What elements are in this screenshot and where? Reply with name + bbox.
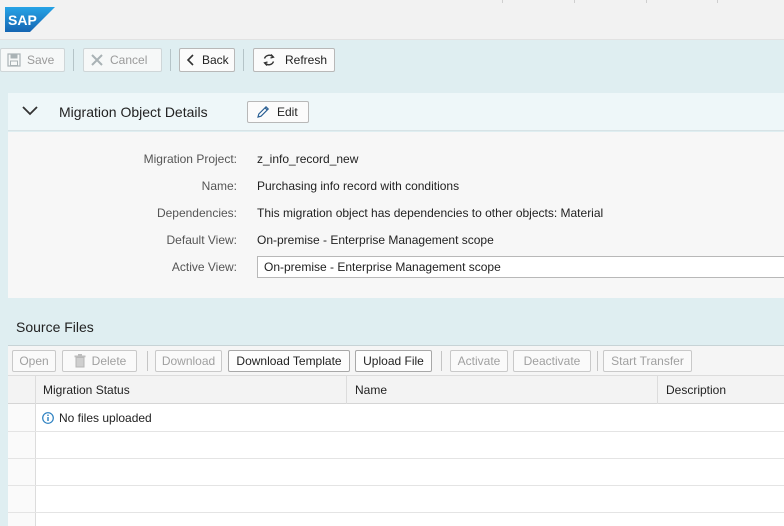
save-button[interactable]: Save <box>0 48 65 72</box>
default-view-label: Default View: <box>166 233 237 247</box>
download-button[interactable]: Download <box>155 350 222 372</box>
refresh-icon <box>262 53 276 67</box>
activate-button[interactable]: Activate <box>450 350 508 372</box>
deactivate-label: Deactivate <box>523 354 581 368</box>
shell-divider <box>646 0 647 3</box>
toolbar-separator <box>73 49 74 71</box>
upload-file-button[interactable]: Upload File <box>355 350 432 372</box>
dependencies-value: This migration object has dependencies t… <box>257 206 604 220</box>
delete-label: Delete <box>91 354 127 368</box>
refresh-label: Refresh <box>285 53 328 67</box>
refresh-button[interactable]: Refresh <box>253 48 335 72</box>
source-files-title: Source Files <box>16 319 94 335</box>
toolbar-separator <box>243 49 244 71</box>
deactivate-button[interactable]: Deactivate <box>513 350 591 372</box>
start-transfer-label: Start Transfer <box>611 354 684 368</box>
column-header-description[interactable]: Description <box>666 383 726 397</box>
shell-divider <box>574 0 575 3</box>
empty-table-message: No files uploaded <box>41 411 152 425</box>
download-template-label: Download Template <box>236 354 342 368</box>
table-row-divider <box>8 458 784 459</box>
info-icon <box>41 411 55 425</box>
migration-project-label: Migration Project: <box>143 152 237 166</box>
shell-divider <box>717 0 718 3</box>
source-files-toolbar: Open Delete Download Download Template U… <box>8 346 784 376</box>
table-row-divider <box>8 485 784 486</box>
name-label: Name: <box>201 179 237 193</box>
back-button[interactable]: Back <box>179 48 235 72</box>
table-header: Migration Status Name Description <box>8 376 784 404</box>
activate-label: Activate <box>457 354 501 368</box>
column-header-name[interactable]: Name <box>355 383 387 397</box>
toolbar-separator <box>441 351 442 371</box>
delete-button[interactable]: Delete <box>62 350 137 372</box>
sap-logo-text: SAP <box>8 12 37 28</box>
migration-object-details-header: Migration Object Details Edit <box>8 93 784 131</box>
edit-button[interactable]: Edit <box>247 101 309 123</box>
column-header-migration-status[interactable]: Migration Status <box>43 383 130 397</box>
chevron-down-icon[interactable] <box>22 104 38 118</box>
dependencies-label: Dependencies: <box>156 206 237 220</box>
table-row-divider <box>8 431 784 432</box>
upload-file-label: Upload File <box>363 354 424 368</box>
row-selector-column[interactable] <box>8 404 35 526</box>
chevron-left-icon <box>186 53 196 67</box>
pencil-icon <box>256 105 270 119</box>
cancel-icon <box>90 53 104 67</box>
column-divider <box>35 376 36 526</box>
default-view-value: On-premise - Enterprise Management scope <box>257 233 494 247</box>
name-value: Purchasing info record with conditions <box>257 179 460 193</box>
active-view-select[interactable]: On-premise - Enterprise Management scope <box>257 256 784 278</box>
migration-project-value: z_info_record_new <box>257 152 359 166</box>
back-label: Back <box>202 53 229 67</box>
toolbar-separator <box>147 351 148 371</box>
shell-divider <box>502 0 503 3</box>
migration-object-details-form: Migration Project: z_info_record_new Nam… <box>8 132 784 298</box>
open-label: Open <box>19 354 49 368</box>
save-icon <box>7 53 21 67</box>
open-button[interactable]: Open <box>12 350 56 372</box>
cancel-button[interactable]: Cancel <box>83 48 162 72</box>
edit-label: Edit <box>277 105 298 119</box>
active-view-label: Active View: <box>171 260 237 274</box>
toolbar-separator <box>170 49 171 71</box>
details-title: Migration Object Details <box>59 104 208 120</box>
source-files-panel: Open Delete Download Download Template U… <box>8 345 784 526</box>
main-toolbar: Save Cancel Back Refresh <box>0 41 784 80</box>
save-label: Save <box>27 53 55 67</box>
column-divider <box>346 376 347 404</box>
trash-icon <box>73 354 87 368</box>
source-files-table: Migration Status Name Description No fil… <box>8 376 784 526</box>
toolbar-separator <box>597 351 598 371</box>
column-divider <box>657 376 658 404</box>
shell-header: SAP <box>0 0 784 40</box>
sap-logo: SAP <box>5 7 55 32</box>
start-transfer-button[interactable]: Start Transfer <box>603 350 692 372</box>
no-files-text: No files uploaded <box>59 411 152 425</box>
download-template-button[interactable]: Download Template <box>228 350 350 372</box>
download-label: Download <box>161 354 216 368</box>
table-row-divider <box>8 512 784 513</box>
cancel-label: Cancel <box>110 53 148 67</box>
